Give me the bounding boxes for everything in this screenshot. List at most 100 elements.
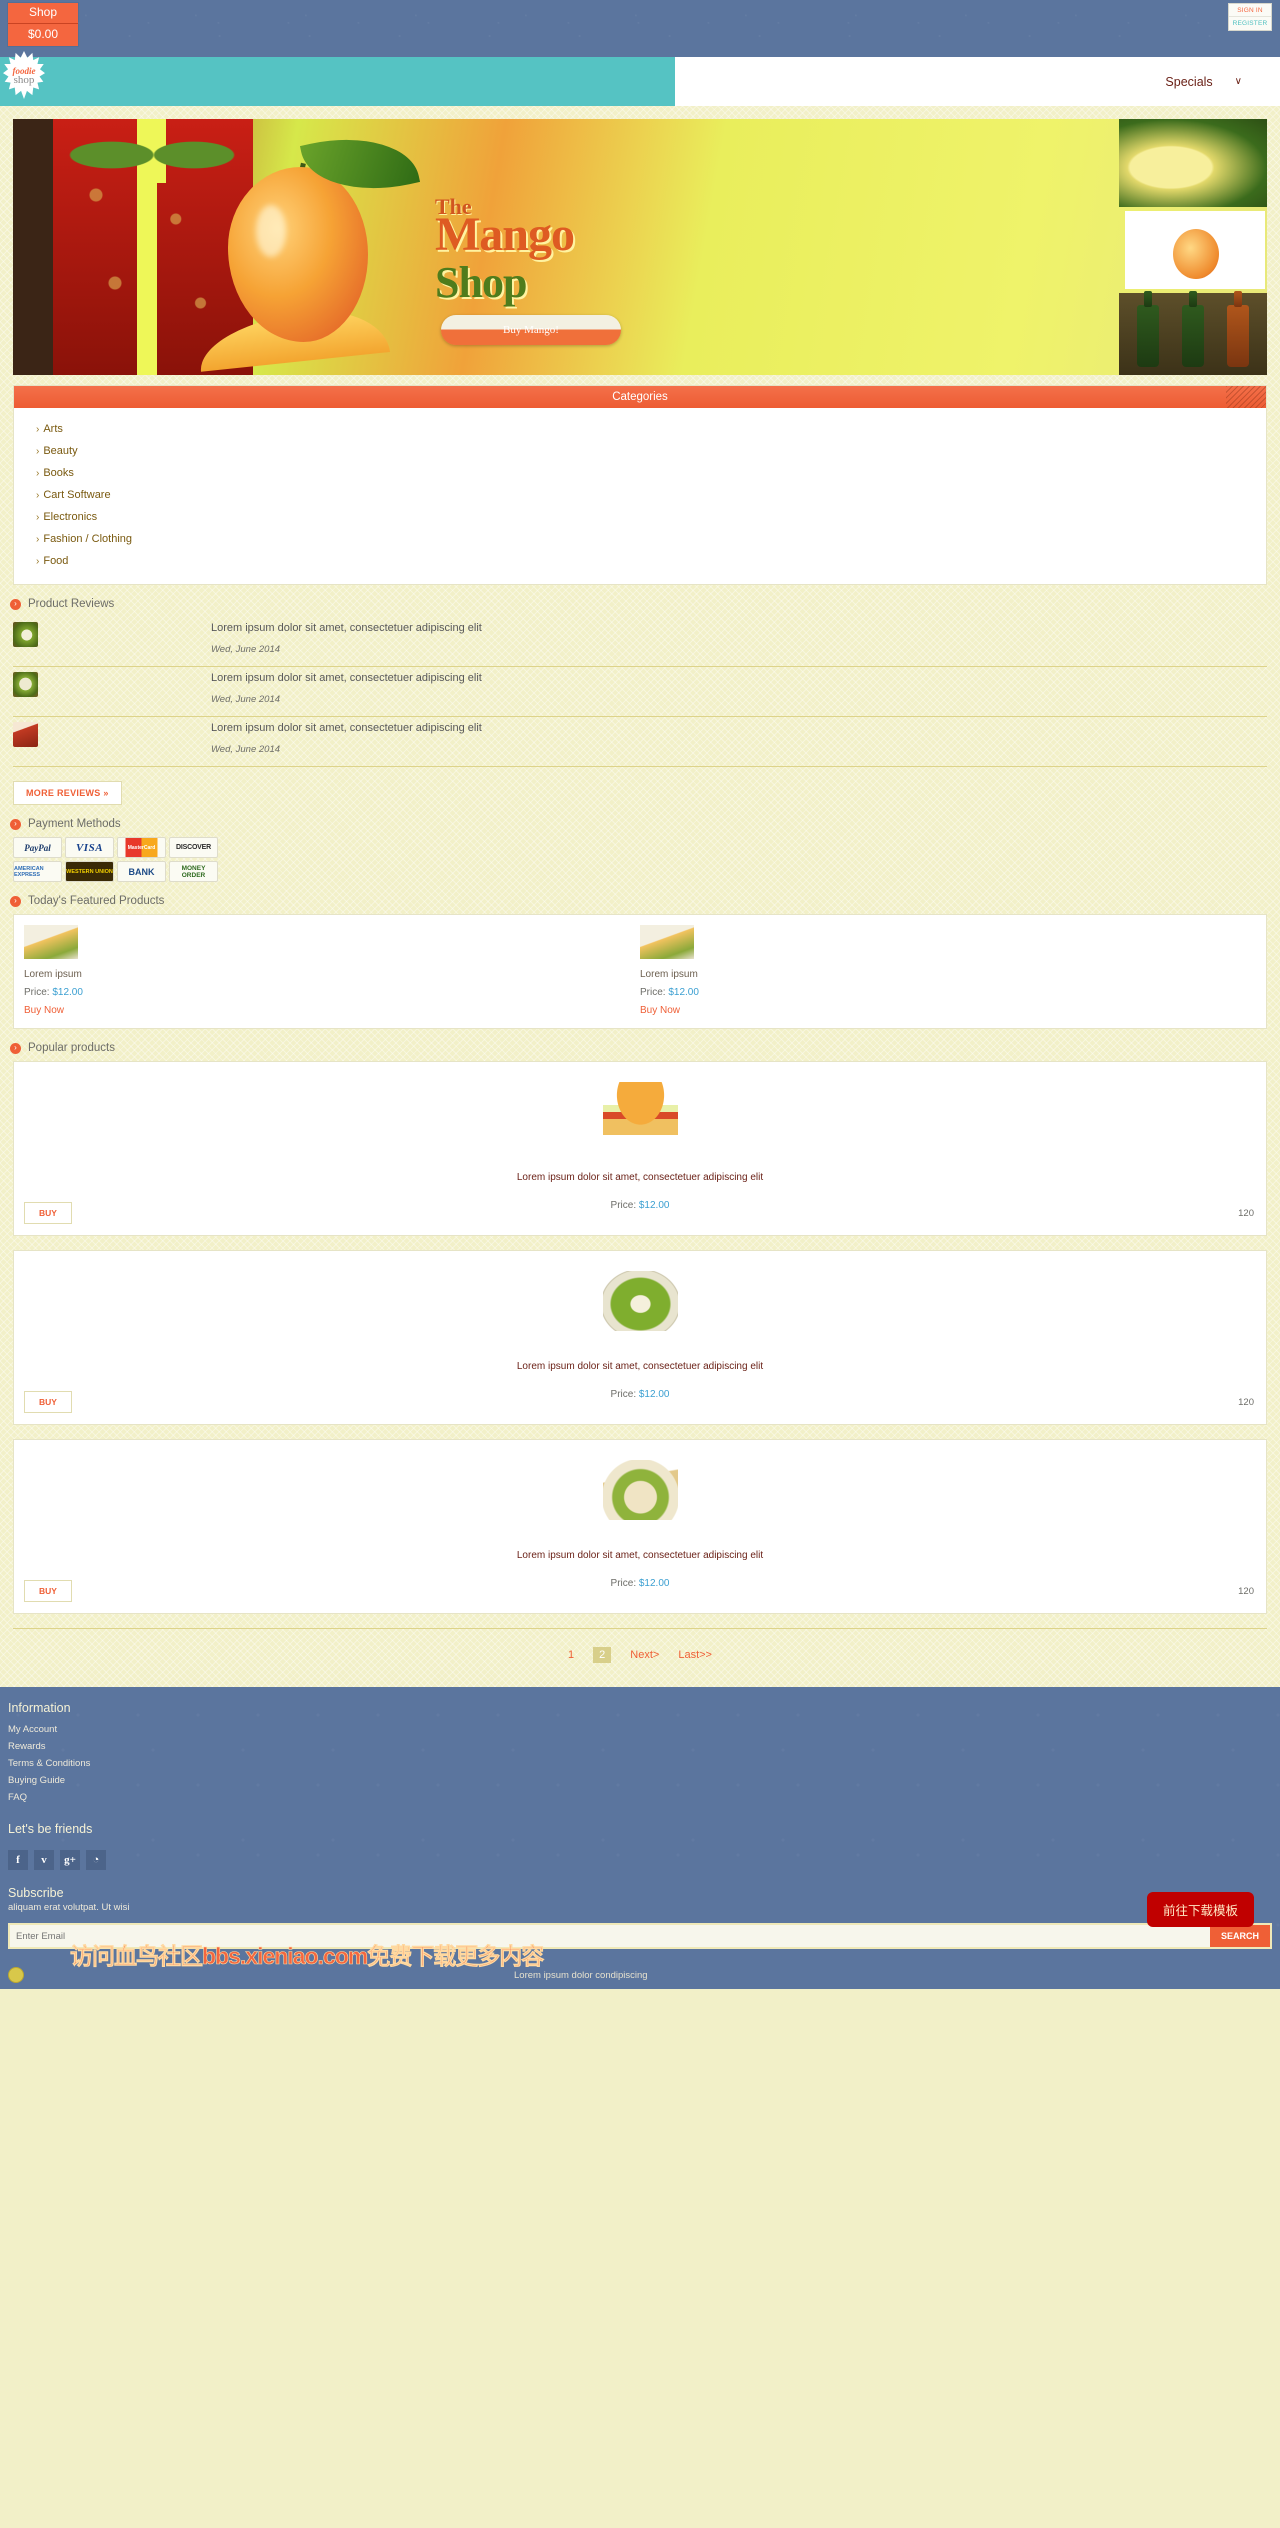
category-item-cart-software[interactable]: › Cart Software — [14, 484, 1266, 506]
footer-link-rewards[interactable]: Rewards — [0, 1738, 1280, 1755]
category-label: Cart Software — [43, 489, 111, 501]
popular-product-price: Price: $12.00 — [14, 1578, 1266, 1589]
hero-banner[interactable]: The Mango Shop Buy Mango! — [13, 119, 1267, 375]
pagination: 1 2 Next> Last>> — [0, 1629, 1280, 1685]
popular-product-title: Lorem ipsum dolor sit amet, consectetuer… — [516, 1172, 764, 1183]
banner-thumb-lemons — [1119, 119, 1267, 207]
category-item-arts[interactable]: › Arts — [14, 418, 1266, 440]
search-button[interactable]: SEARCH — [1209, 1925, 1270, 1947]
pagination-page-1[interactable]: 1 — [568, 1649, 574, 1661]
featured-buy-now-link[interactable]: Buy Now — [24, 1005, 640, 1016]
popular-buy-button[interactable]: BUY — [24, 1391, 72, 1413]
footer-badge-icon — [8, 1967, 24, 1983]
review-thumbnail-image — [13, 722, 38, 747]
category-item-books[interactable]: › Books — [14, 462, 1266, 484]
price-label: Price: — [610, 1389, 637, 1400]
payment-section-header: › Payment Methods — [0, 805, 1280, 837]
price-label: Price: — [610, 1578, 637, 1589]
rss-icon[interactable]: ◔ — [86, 1850, 106, 1870]
chevron-down-icon: ∨ — [1234, 76, 1242, 87]
footer-social-links: f ᴠ g+ ◔ — [0, 1842, 1280, 1870]
banner-wrapper: The Mango Shop Buy Mango! — [0, 106, 1280, 375]
popular-product-card[interactable]: Lorem ipsum dolor sit amet, consectetuer… — [13, 1439, 1267, 1614]
review-body: Lorem ipsum dolor sit amet, consectetuer… — [211, 670, 482, 705]
site-logo[interactable]: foodie shop — [3, 51, 45, 99]
footer: Information My Account Rewards Terms & C… — [0, 1687, 1280, 1989]
popular-buy-button[interactable]: BUY — [24, 1580, 72, 1602]
category-label: Books — [43, 467, 74, 479]
banner-cta-pill[interactable]: Buy Mango! — [441, 315, 621, 345]
footer-link-faq[interactable]: FAQ — [0, 1789, 1280, 1806]
category-item-fashion-clothing[interactable]: › Fashion / Clothing — [14, 528, 1266, 550]
cart-widget[interactable]: Shop $0.00 — [8, 3, 78, 46]
bullet-arrow-icon: › — [10, 1042, 21, 1054]
register-link[interactable]: REGISTER — [1229, 16, 1271, 30]
chevron-right-icon: › — [36, 534, 40, 545]
category-item-food[interactable]: › Food — [14, 550, 1266, 572]
review-row[interactable]: Lorem ipsum dolor sit amet, consectetuer… — [13, 617, 1267, 667]
featured-product-card[interactable]: Lorem ipsum Price: $12.00 Buy Now — [640, 925, 1256, 1016]
email-input[interactable] — [10, 1925, 1210, 1947]
review-row[interactable]: Lorem ipsum dolor sit amet, consectetuer… — [13, 667, 1267, 717]
chevron-right-icon: › — [36, 556, 40, 567]
bullet-arrow-icon: › — [10, 895, 21, 907]
chevron-right-icon: › — [36, 468, 40, 479]
featured-buy-now-link[interactable]: Buy Now — [640, 1005, 1256, 1016]
category-label: Beauty — [43, 445, 78, 457]
footer-friends-heading: Let's be friends — [8, 1822, 93, 1836]
payment-icon-paypal: PayPal — [13, 837, 62, 858]
price-label: Price: — [610, 1200, 637, 1211]
pagination-next[interactable]: Next> — [630, 1649, 659, 1661]
payment-icon-visa: VISA — [65, 837, 114, 858]
category-item-beauty[interactable]: › Beauty — [14, 440, 1266, 462]
google-plus-icon[interactable]: g+ — [60, 1850, 80, 1870]
reviews-list: Lorem ipsum dolor sit amet, consectetuer… — [0, 617, 1280, 767]
featured-product-card[interactable]: Lorem ipsum Price: $12.00 Buy Now — [24, 925, 640, 1016]
nav-specials-dropdown[interactable]: Specials ∨ — [1165, 75, 1242, 89]
price-amount: $12.00 — [52, 987, 83, 998]
footer-subscribe-heading: Subscribe — [8, 1886, 64, 1900]
banner-bottle-2 — [1182, 291, 1204, 367]
popular-buy-button[interactable]: BUY — [24, 1202, 72, 1224]
facebook-icon[interactable]: f — [8, 1850, 28, 1870]
review-body: Lorem ipsum dolor sit amet, consectetuer… — [211, 620, 482, 655]
chevron-right-icon: › — [36, 446, 40, 457]
featured-products-panel: Lorem ipsum Price: $12.00 Buy Now Lorem … — [13, 914, 1267, 1029]
banner-thumb-mango — [1125, 211, 1265, 289]
chevron-right-icon: › — [36, 512, 40, 523]
popular-product-count: 120 — [1238, 1208, 1254, 1219]
footer-link-buying-guide[interactable]: Buying Guide — [0, 1772, 1280, 1789]
price-label: Price: — [24, 987, 50, 998]
more-reviews-button[interactable]: MORE REVIEWS » — [13, 781, 122, 805]
price-amount: $12.00 — [638, 1578, 670, 1589]
payment-icon-western-union: WESTERN UNION — [65, 861, 114, 882]
sign-in-link[interactable]: SIGN IN — [1229, 4, 1271, 16]
download-template-button[interactable]: 前往下载模板 — [1146, 1892, 1254, 1927]
categories-panel: Categories › Arts › Beauty › Books › Cart So… — [13, 385, 1267, 585]
review-row[interactable]: Lorem ipsum dolor sit amet, consectetuer… — [13, 717, 1267, 767]
popular-product-card[interactable]: Lorem ipsum dolor sit amet, consectetuer… — [13, 1250, 1267, 1425]
twitter-icon[interactable]: ᴠ — [34, 1850, 54, 1870]
review-thumbnail-image — [13, 672, 38, 697]
pagination-last[interactable]: Last>> — [678, 1649, 712, 1661]
popular-product-title: Lorem ipsum dolor sit amet, consectetuer… — [516, 1550, 764, 1561]
review-date: Wed, June 2014 — [211, 644, 281, 655]
bullet-arrow-icon: › — [10, 598, 21, 610]
footer-link-my-account[interactable]: My Account — [0, 1721, 1280, 1738]
category-item-electronics[interactable]: › Electronics — [14, 506, 1266, 528]
banner-bottle-1 — [1137, 291, 1159, 367]
featured-product-name: Lorem ipsum — [24, 969, 82, 980]
pagination-page-2-active[interactable]: 2 — [593, 1647, 612, 1663]
featured-section-header: › Today's Featured Products — [0, 882, 1280, 914]
popular-product-card[interactable]: Lorem ipsum dolor sit amet, consectetuer… — [13, 1061, 1267, 1236]
cart-total: $0.00 — [27, 27, 59, 41]
payment-icon-american-express: AMERICAN EXPRESS — [13, 861, 62, 882]
popular-product-count: 120 — [1238, 1586, 1254, 1597]
footer-bottom-row: Lorem ipsum dolor condipiscing — [0, 1949, 1280, 1989]
payment-heading: Payment Methods — [28, 818, 121, 830]
bullet-arrow-icon: › — [10, 818, 21, 830]
footer-link-terms-conditions[interactable]: Terms & Conditions — [0, 1755, 1280, 1772]
featured-product-name: Lorem ipsum — [640, 969, 698, 980]
category-label: Food — [43, 555, 69, 567]
logo-line-2: shop — [13, 74, 35, 86]
